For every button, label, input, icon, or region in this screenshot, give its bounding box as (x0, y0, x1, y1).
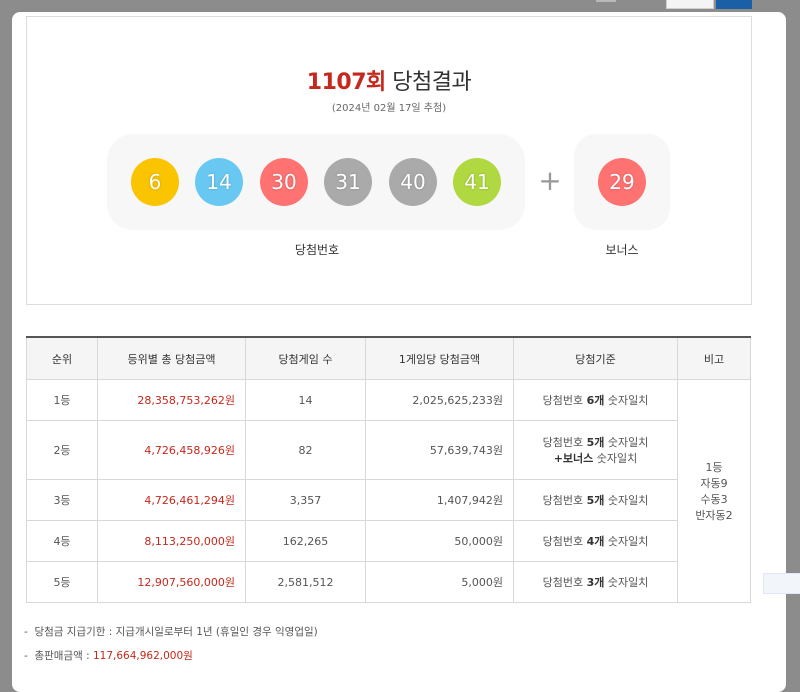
criteria-cell: 당첨번호 5개 숫자일치 +보너스 숫자일치 (513, 420, 678, 480)
criteria-suffix: 숫자일치 (604, 394, 649, 407)
winning-numbers-box: 6 14 30 31 40 41 (107, 134, 525, 230)
table-row: 3등 4,726,461,294원 3,357 1,407,942원 당첨번호 … (26, 479, 751, 521)
plus-sign: + (538, 164, 562, 197)
criteria-prefix: 당첨번호 (542, 535, 587, 548)
rank-cell: 1등 (26, 379, 98, 421)
header-per-game: 1게임당 당첨금액 (365, 336, 514, 380)
number-ball: 30 (260, 158, 308, 206)
rank-cell: 3등 (26, 479, 98, 521)
per-game-cell: 5,000원 (365, 561, 514, 603)
draw-date: (2024년 02월 17일 추첨) (331, 103, 447, 114)
criteria-cell: 당첨번호 6개 숫자일치 (513, 379, 678, 421)
round-number: 1107회 (306, 70, 386, 95)
header-criteria: 당첨기준 (513, 336, 678, 380)
criteria-cell: 당첨번호 4개 숫자일치 (513, 520, 678, 562)
total-prize-cell: 4,726,458,926원 (97, 420, 246, 480)
remark-line: 반자동2 (695, 509, 733, 522)
number-ball: 14 (195, 158, 243, 206)
criteria-suffix: 숫자일치 (604, 494, 649, 507)
payment-deadline-note: - 당첨금 지급기한 : 지급개시일로부터 1년 (휴일인 경우 익영업일) (24, 626, 318, 638)
criteria-count: 6개 (586, 394, 605, 407)
remark-line: 수동3 (700, 493, 728, 506)
number-ball: 41 (453, 158, 501, 206)
number-ball: 6 (131, 158, 179, 206)
winners-cell: 82 (245, 420, 366, 480)
prize-table: 순위 등위별 총 당첨금액 당첨게임 수 1게임당 당첨금액 당첨기준 비고 1… (26, 336, 751, 603)
criteria-suffix: 숫자일치 (604, 576, 649, 589)
criteria-count: 5개 (586, 494, 605, 507)
payment-deadline-text: 당첨금 지급기한 : 지급개시일로부터 1년 (휴일인 경우 익영업일) (34, 626, 318, 638)
criteria-suffix: 숫자일치 (604, 535, 649, 548)
result-panel: 1107회 당첨결과 (2024년 02월 17일 추첨) 6 14 30 31… (12, 12, 786, 692)
rank-cell: 2등 (26, 420, 98, 480)
criteria-cell: 당첨번호 5개 숫자일치 (513, 479, 678, 521)
number-ball: 31 (324, 158, 372, 206)
header-total-prize: 등위별 총 당첨금액 (97, 336, 246, 380)
remark-line: 1등 (705, 461, 723, 474)
total-prize-cell: 8,113,250,000원 (97, 520, 246, 562)
winners-cell: 14 (245, 379, 366, 421)
criteria-count: 3개 (586, 576, 605, 589)
criteria-suffix: 숫자일치 (604, 436, 649, 449)
top-decoration (596, 0, 616, 2)
remark-cell: 1등 자동9 수동3 반자동2 (677, 379, 751, 603)
criteria-count: 4개 (586, 535, 605, 548)
criteria-line: +보너스 숫자일치 (524, 450, 667, 466)
per-game-cell: 2,025,625,233원 (365, 379, 514, 421)
criteria-prefix: 당첨번호 (542, 576, 587, 589)
side-floating-tab[interactable] (763, 573, 800, 594)
total-prize-cell: 12,907,560,000원 (97, 561, 246, 603)
bonus-number-box: 29 (574, 134, 670, 230)
criteria-prefix: 당첨번호 (542, 436, 587, 449)
table-row: 4등 8,113,250,000원 162,265 50,000원 당첨번호 4… (26, 520, 751, 562)
number-ball: 40 (389, 158, 437, 206)
total-prize-cell: 4,726,461,294원 (97, 479, 246, 521)
winning-numbers-label: 당첨번호 (294, 243, 340, 257)
total-sales-note: - 총판매금액 : 117,664,962,000원 (24, 650, 193, 662)
table-row: 2등 4,726,458,926원 82 57,639,743원 당첨번호 5개… (26, 420, 751, 480)
per-game-cell: 57,639,743원 (365, 420, 514, 480)
rank-cell: 4등 (26, 520, 98, 562)
remark-line: 자동9 (700, 477, 728, 490)
header-rank: 순위 (26, 336, 98, 380)
criteria-line: 당첨번호 5개 숫자일치 (524, 434, 667, 450)
criteria-suffix: 숫자일치 (593, 452, 638, 465)
winning-result-box: 1107회 당첨결과 (2024년 02월 17일 추첨) 6 14 30 31… (26, 16, 752, 305)
criteria-count: 5개 (586, 436, 605, 449)
winners-cell: 3,357 (245, 479, 366, 521)
winners-cell: 162,265 (245, 520, 366, 562)
total-sales-value: 117,664,962,000원 (92, 650, 193, 662)
per-game-cell: 1,407,942원 (365, 479, 514, 521)
top-button[interactable] (666, 0, 714, 9)
criteria-cell: 당첨번호 3개 숫자일치 (513, 561, 678, 603)
rank-cell: 5등 (26, 561, 98, 603)
table-row: 5등 12,907,560,000원 2,581,512 5,000원 당첨번호… (26, 561, 751, 603)
criteria-prefix: 당첨번호 (542, 394, 587, 407)
total-sales-label: 총판매금액 : (34, 650, 93, 662)
bonus-label: 보너스 (605, 243, 639, 257)
criteria-bonus: +보너스 (553, 452, 594, 465)
winners-cell: 2,581,512 (245, 561, 366, 603)
header-remark: 비고 (677, 336, 751, 380)
table-header-row: 순위 등위별 총 당첨금액 당첨게임 수 1게임당 당첨금액 당첨기준 비고 (26, 336, 751, 380)
page-title: 1107회 당첨결과 (27, 64, 751, 96)
table-row: 1등 28,358,753,262원 14 2,025,625,233원 당첨번… (26, 379, 751, 603)
criteria-prefix: 당첨번호 (542, 494, 587, 507)
total-prize-cell: 28,358,753,262원 (97, 379, 246, 421)
per-game-cell: 50,000원 (365, 520, 514, 562)
header-winners: 당첨게임 수 (245, 336, 366, 380)
title-suffix: 당첨결과 (385, 70, 472, 95)
bonus-ball: 29 (598, 158, 646, 206)
top-primary-button[interactable] (716, 0, 752, 9)
